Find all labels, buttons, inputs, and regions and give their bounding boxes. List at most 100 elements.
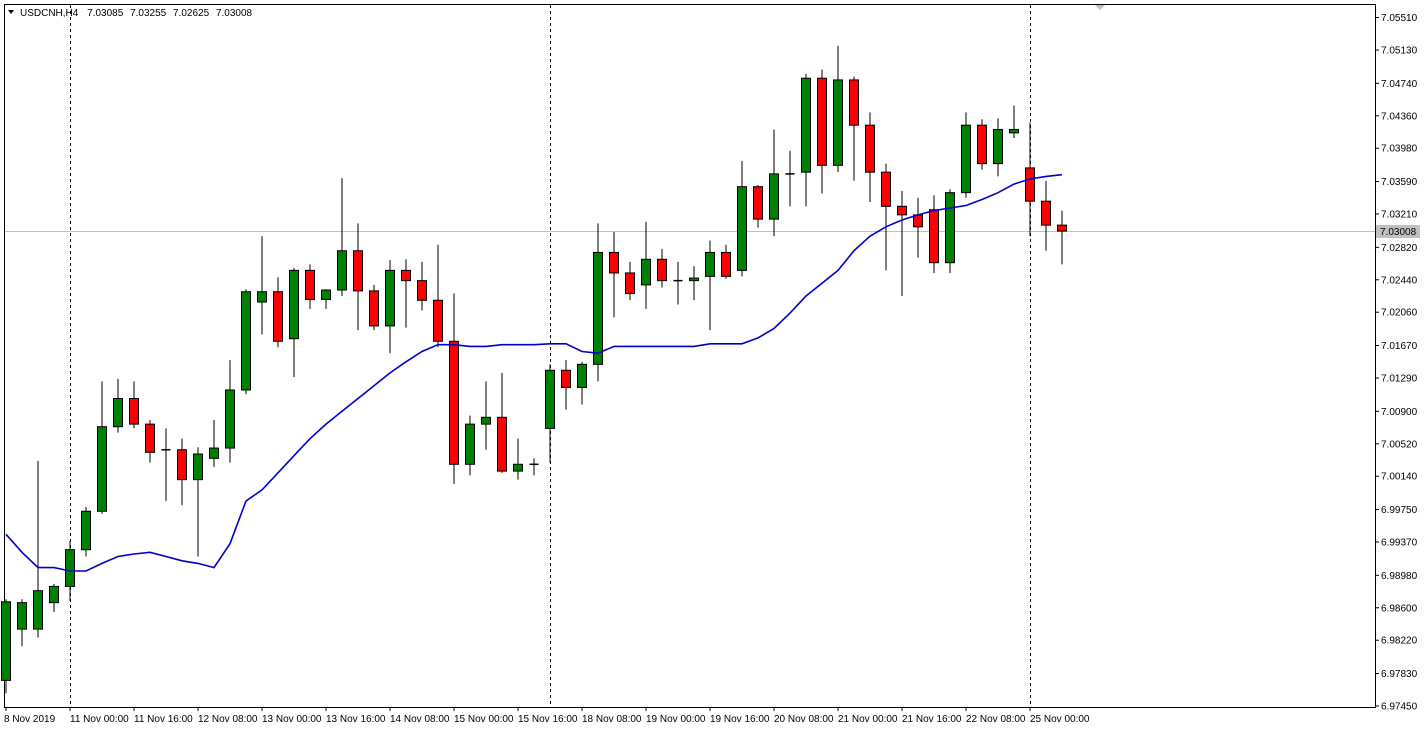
close-value: 7.03008 — [216, 8, 253, 19]
candle-5 — [81, 506, 91, 557]
candle-body — [145, 423, 155, 453]
candle-body — [129, 398, 139, 425]
candle-body — [577, 363, 587, 388]
x-tick-label: 22 Nov 08:00 — [966, 714, 1026, 725]
low-value: 7.02625 — [173, 8, 210, 19]
plot-frame — [4, 4, 1376, 708]
y-tick-label: 7.04740 — [1381, 79, 1418, 90]
candle-body — [993, 128, 1003, 165]
candle-body — [769, 173, 779, 220]
candle-body — [65, 549, 75, 587]
candle-body — [1, 601, 11, 681]
candle-body — [353, 250, 363, 292]
candle-body — [33, 590, 43, 630]
candle-body — [97, 426, 107, 512]
y-tick-label: 6.97830 — [1381, 669, 1418, 680]
y-tick-label: 6.98220 — [1381, 636, 1418, 647]
candle-body — [49, 585, 59, 604]
candle-body — [337, 250, 347, 291]
candle-body — [705, 251, 715, 277]
x-tick-label: 21 Nov 00:00 — [838, 714, 898, 725]
candle-body — [833, 79, 843, 166]
y-tick-label: 7.02440 — [1381, 275, 1418, 286]
y-tick-label: 7.03210 — [1381, 210, 1418, 221]
y-tick-label: 7.01670 — [1381, 341, 1418, 352]
x-tick-label: 21 Nov 16:00 — [902, 714, 962, 725]
candle-body — [449, 340, 459, 465]
candle-body — [1057, 224, 1067, 232]
candle-body — [81, 510, 91, 551]
candle-body — [721, 251, 731, 277]
current-price-label: 7.03008 — [1380, 227, 1417, 238]
candle-body — [305, 269, 315, 300]
y-tick-label: 7.00140 — [1381, 472, 1418, 483]
y-tick-label: 6.98600 — [1381, 603, 1418, 614]
candle-body — [369, 290, 379, 327]
candle-body — [481, 416, 491, 425]
candle-body — [881, 171, 891, 207]
candle-body — [929, 209, 939, 264]
candle-body — [689, 277, 699, 282]
candle-body — [753, 186, 763, 220]
candle-body — [801, 77, 811, 173]
candle-60 — [961, 112, 971, 198]
candle-body — [945, 192, 955, 264]
svg-text:USDCNH,H4 7.03085: USDCNH,H4 7.03085 7.03255 7.02625 7.0300… — [20, 8, 253, 19]
candle-body — [177, 449, 187, 481]
candle-body — [417, 280, 427, 301]
y-tick-label: 7.03980 — [1381, 144, 1418, 155]
x-tick-label: 13 Nov 00:00 — [262, 714, 322, 725]
price-chart[interactable]: 7.05510 7.05130 7.04740 7.04360 7.03980 7.035… — [0, 0, 1424, 732]
high-value: 7.03255 — [130, 8, 167, 19]
candle-body — [657, 258, 667, 282]
candle-0 — [1, 599, 11, 694]
y-tick-label: 7.01290 — [1381, 374, 1418, 385]
x-tick-label: 20 Nov 08:00 — [774, 714, 834, 725]
y-tick-label: 7.03590 — [1381, 177, 1418, 188]
candle-body — [561, 369, 571, 388]
y-tick-label: 7.04360 — [1381, 111, 1418, 122]
candle-body — [465, 423, 475, 465]
x-tick-label: 11 Nov 00:00 — [70, 714, 129, 725]
candle-body — [433, 299, 443, 342]
candle-body — [113, 398, 123, 428]
symbol-label: USDCNH,H4 — [20, 8, 79, 19]
candle-body — [817, 77, 827, 166]
y-tick-label: 7.02820 — [1381, 243, 1418, 254]
candle-body — [593, 251, 603, 365]
x-tick-label: 15 Nov 00:00 — [454, 714, 514, 725]
candle-body — [273, 291, 283, 342]
candle-body — [977, 124, 987, 165]
y-tick-label: 7.00520 — [1381, 439, 1418, 450]
y-tick-label: 7.05510 — [1381, 13, 1418, 24]
candle-body — [865, 124, 875, 173]
candle-body — [17, 602, 27, 630]
candle-15 — [241, 289, 251, 395]
chart-header: USDCNH,H4 7.03085 7.03255 7.02625 7.0300… — [8, 8, 253, 19]
candle-body — [225, 389, 235, 449]
candle-body — [641, 258, 651, 286]
x-tick-label: 11 Nov 16:00 — [134, 714, 193, 725]
candle-59 — [945, 189, 955, 273]
candle-61 — [977, 119, 987, 170]
candle-body — [385, 269, 395, 327]
candle-body — [321, 289, 331, 300]
y-tick-label: 7.05130 — [1381, 46, 1418, 57]
x-tick-label: 19 Nov 00:00 — [646, 714, 706, 725]
y-tick-label: 7.00900 — [1381, 407, 1418, 418]
x-tick-label: 18 Nov 08:00 — [582, 714, 642, 725]
current-price-tag: 7.03008 — [1376, 225, 1420, 238]
y-tick-label: 6.97450 — [1381, 702, 1418, 713]
x-tick-label: 8 Nov 2019 — [4, 714, 56, 725]
candle-23 — [369, 284, 379, 331]
y-tick-label: 6.98980 — [1381, 571, 1418, 582]
x-tick-label: 25 Nov 00:00 — [1030, 714, 1090, 725]
candle-body — [1041, 200, 1051, 226]
candle-body — [401, 269, 411, 282]
candle-body — [545, 369, 555, 429]
x-tick-label: 14 Nov 08:00 — [390, 714, 450, 725]
x-tick-label: 13 Nov 16:00 — [326, 714, 386, 725]
candle-body — [1009, 128, 1019, 134]
candle-body — [241, 291, 251, 391]
candle-body — [193, 453, 203, 481]
